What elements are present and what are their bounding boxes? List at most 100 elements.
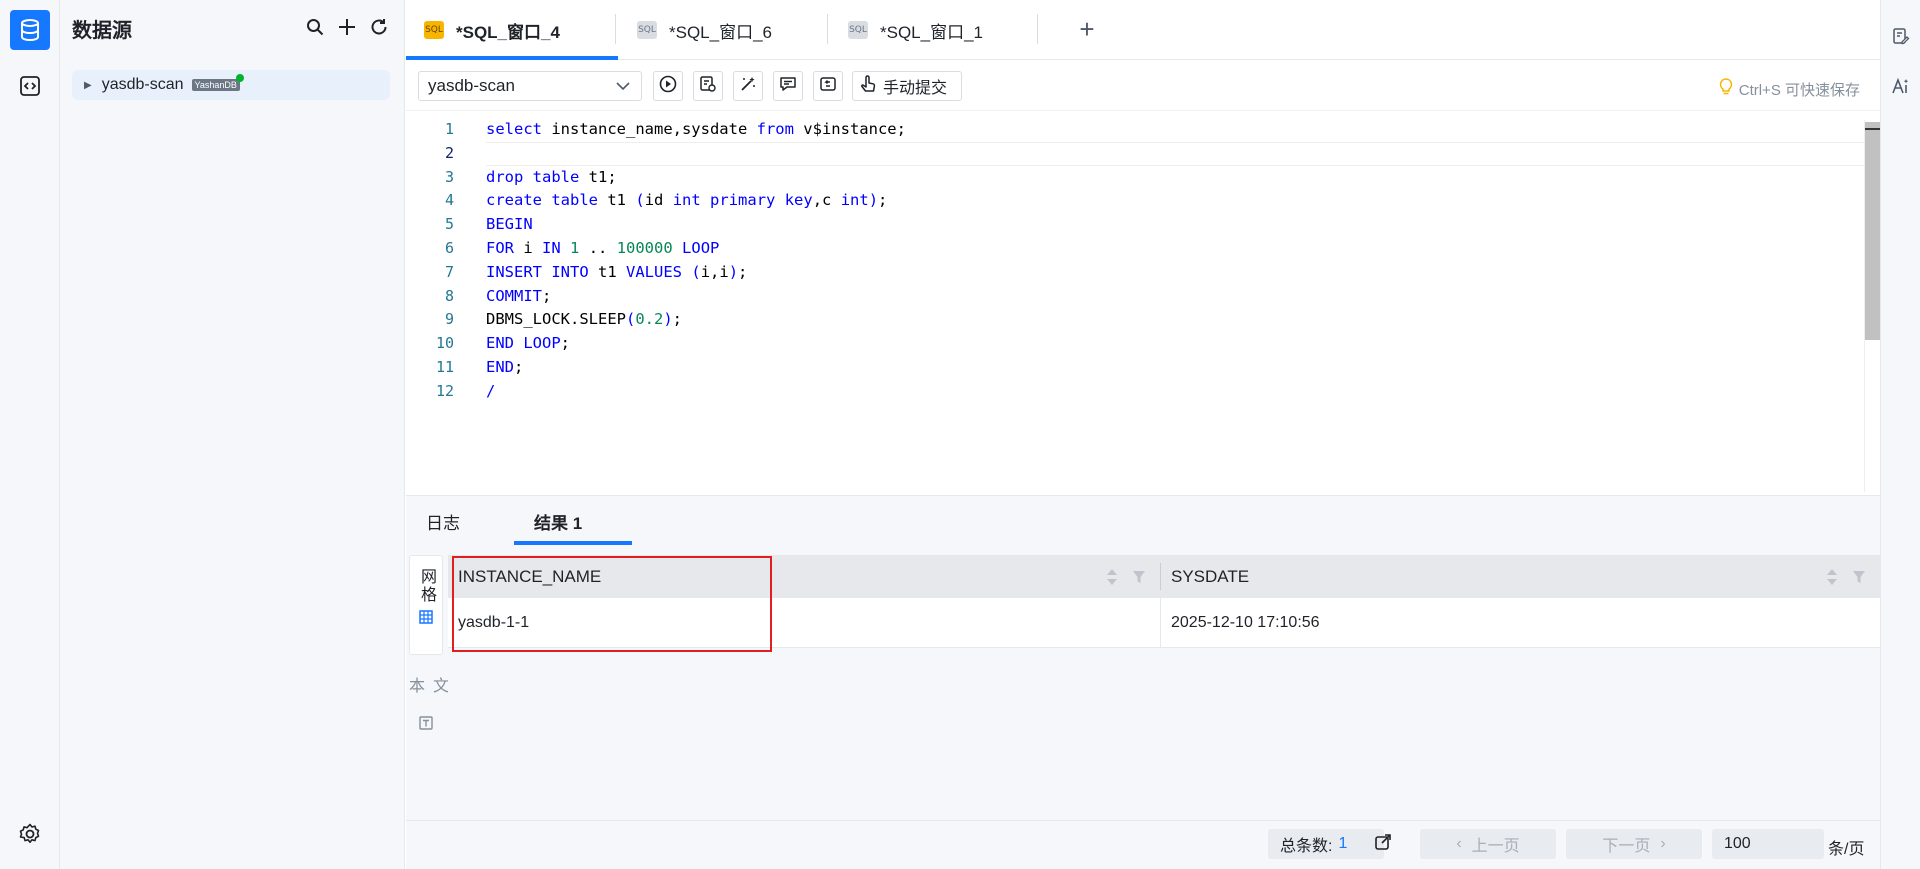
add-tab-button[interactable]: + — [1072, 14, 1102, 44]
manual-commit-label: 手动提交 — [883, 80, 948, 97]
view-tab-text-label: 文本 — [406, 677, 447, 695]
code-line: create table t1 (id int primary key,c in… — [486, 191, 888, 210]
datasource-actions — [304, 16, 390, 38]
database-select-value: yasdb-scan — [428, 76, 515, 95]
database-select[interactable]: yasdb-scan — [418, 71, 642, 101]
table-cell[interactable]: 2025-12-10 17:10:56 — [1161, 598, 1880, 648]
comment-button[interactable] — [773, 71, 803, 101]
edit-doc-icon[interactable] — [1891, 26, 1911, 46]
datasource-node-name: yasdb-scan — [101, 76, 184, 93]
hand-icon — [859, 74, 877, 99]
tab-sql-window-1[interactable]: SQL *SQL_窗口_1 — [830, 0, 1040, 60]
result-panel: 网格 文本 INSTANCE_NAME SYSDATE yasdb-1-1 20… — [406, 545, 1880, 820]
sort-icon[interactable] — [1106, 568, 1118, 591]
ai-icon[interactable] — [1891, 76, 1911, 96]
tab-divider — [1037, 14, 1038, 44]
prev-page-button[interactable]: ‹ 上一页 — [1420, 829, 1556, 859]
tab-label: *SQL_窗口_4 — [456, 22, 560, 42]
line-number-gutter: 1 2 3 4 5 6 7 8 9 10 11 12 — [406, 118, 454, 404]
main-area: SQL *SQL_窗口_4 SQL *SQL_窗口_6 SQL *SQL_窗口_… — [406, 0, 1880, 869]
refresh-icon[interactable] — [368, 16, 390, 38]
page-size-unit: 条/页 — [1828, 841, 1865, 858]
line-number: 1 — [444, 120, 454, 138]
line-number: 11 — [435, 357, 454, 376]
code-line: END LOOP; — [486, 334, 571, 353]
column-header-instance-name[interactable]: INSTANCE_NAME — [448, 555, 1160, 598]
export-icon — [1374, 833, 1392, 856]
datasource-title: 数据源 — [72, 20, 132, 42]
sql-editor[interactable]: 1 2 3 4 5 6 7 8 9 10 11 12 select instan… — [406, 112, 1880, 494]
line-number: 8 — [444, 286, 454, 305]
tab-sql-window-6[interactable]: SQL *SQL_窗口_6 — [619, 0, 829, 60]
code-line: drop table t1; — [486, 167, 617, 186]
view-tab-grid-label: 网格 — [418, 568, 435, 604]
text-icon — [419, 716, 433, 735]
tab-result-1[interactable]: 结果 1 — [534, 496, 582, 546]
code-line: DBMS_LOCK.SLEEP(0.2); — [486, 310, 683, 329]
line-number: 5 — [444, 215, 454, 234]
code-area[interactable]: select instance_name,sysdate from v$inst… — [486, 118, 1866, 404]
next-page-button[interactable]: 下一页 › — [1566, 829, 1702, 859]
datasource-panel: 数据源 ▶ yasdb-scan YashanDB — [60, 0, 405, 869]
chevron-left-icon: ‹ — [1456, 835, 1462, 852]
format-button[interactable] — [733, 71, 763, 101]
editor-scrollbar[interactable] — [1864, 120, 1880, 492]
column-header-sysdate[interactable]: SYSDATE — [1161, 555, 1880, 598]
sort-icon[interactable] — [1826, 568, 1838, 591]
run-icon — [659, 75, 677, 98]
table-cell[interactable]: yasdb-1-1 — [448, 598, 1160, 648]
filter-icon[interactable] — [1852, 569, 1866, 589]
pagination-bar: 总条数: 1 ‹ 上一页 下一页 › 100 条/页 — [406, 820, 1880, 869]
right-rail — [1880, 0, 1920, 869]
save-hint: Ctrl+S 可快速保存 — [1719, 78, 1860, 100]
code-icon[interactable] — [16, 72, 44, 100]
comment-icon — [779, 75, 797, 98]
database-icon[interactable] — [10, 10, 50, 50]
format-icon — [739, 75, 757, 98]
tab-log[interactable]: 日志 — [426, 496, 460, 546]
run-button[interactable] — [653, 71, 683, 101]
export-button[interactable] — [1372, 833, 1394, 855]
line-number: 4 — [444, 191, 454, 210]
next-page-label: 下一页 — [1602, 838, 1651, 855]
db-type-badge: YashanDB — [191, 74, 244, 91]
history-icon — [819, 75, 837, 98]
manual-commit-button[interactable]: 手动提交 — [852, 71, 962, 101]
sql-file-icon: SQL — [848, 21, 868, 39]
search-icon[interactable] — [304, 16, 326, 38]
code-line: INSERT INTO t1 VALUES (i,i); — [486, 262, 748, 281]
tab-label: *SQL_窗口_6 — [669, 22, 772, 42]
chevron-right-icon: › — [1660, 835, 1666, 852]
view-tab-grid[interactable]: 网格 — [409, 555, 443, 655]
tab-divider — [827, 14, 828, 44]
scrollbar-thumb[interactable] — [1865, 122, 1880, 340]
line-number: 9 — [444, 310, 454, 329]
datasource-node[interactable]: ▶ yasdb-scan YashanDB — [72, 70, 390, 100]
prev-page-label: 上一页 — [1471, 838, 1520, 855]
total-count-value: 1 — [1338, 835, 1348, 852]
line-number: 3 — [444, 167, 454, 186]
sql-file-icon: SQL — [424, 21, 444, 39]
explain-button[interactable] — [693, 71, 723, 101]
db-type-badge-label: YashanDB — [194, 80, 237, 90]
code-line: / — [486, 381, 496, 400]
line-number: 10 — [435, 334, 454, 353]
column-header-label: INSTANCE_NAME — [458, 566, 602, 586]
tab-sql-window-4[interactable]: SQL *SQL_窗口_4 — [406, 0, 618, 60]
sql-tab-bar: SQL *SQL_窗口_4 SQL *SQL_窗口_6 SQL *SQL_窗口_… — [406, 0, 1880, 60]
save-hint-text: Ctrl+S 可快速保存 — [1738, 81, 1860, 99]
code-line: select instance_name,sysdate from v$inst… — [486, 120, 906, 138]
online-status-dot — [235, 74, 244, 82]
code-line: END; — [486, 357, 524, 376]
filter-icon[interactable] — [1132, 569, 1146, 589]
code-line: ​ — [486, 141, 1866, 166]
history-button[interactable] — [813, 71, 843, 101]
page-size-input[interactable]: 100 — [1712, 829, 1824, 859]
caret-right-icon[interactable]: ▶ — [84, 80, 92, 91]
gear-icon[interactable] — [16, 820, 44, 848]
code-line: FOR i IN 1 .. 100000 LOOP — [486, 238, 720, 257]
total-count: 总条数: 1 — [1268, 829, 1384, 859]
plus-icon[interactable] — [336, 16, 358, 38]
table-row[interactable]: yasdb-1-1 2025-12-10 17:10:56 — [448, 598, 1880, 648]
view-tab-text[interactable]: 文本 — [406, 665, 447, 735]
